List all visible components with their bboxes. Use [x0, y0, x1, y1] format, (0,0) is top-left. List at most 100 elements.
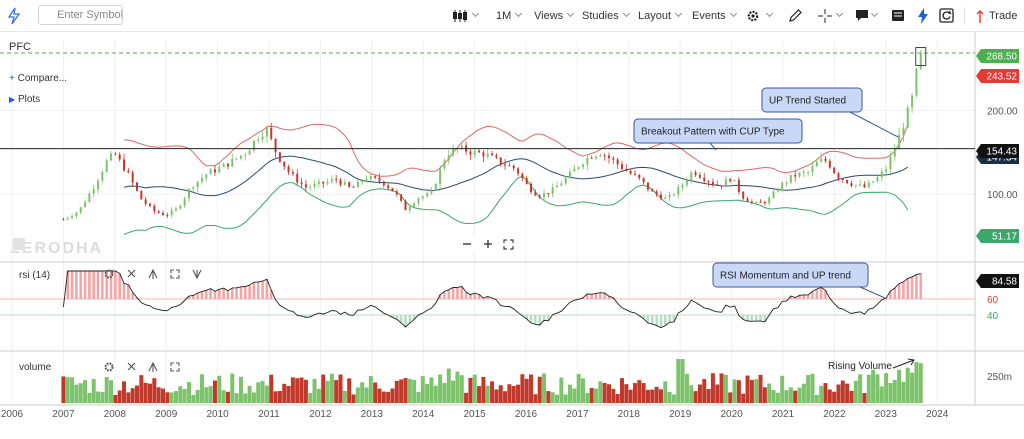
volume-bar-up	[74, 384, 79, 403]
candle-up	[265, 127, 268, 137]
volume-bar-up	[910, 372, 915, 403]
chart-type-button[interactable]	[452, 0, 480, 32]
volume-bar-down	[823, 383, 828, 403]
candle-down	[750, 201, 753, 203]
volume-bar-down	[477, 386, 482, 403]
candle-down	[166, 215, 169, 217]
volume-bar-up	[866, 374, 871, 403]
studies-menu[interactable]: Studies	[582, 0, 630, 32]
compare-link[interactable]: + Compare...	[9, 73, 67, 84]
interval-dropdown[interactable]: 1M	[496, 0, 523, 32]
candle-down	[659, 194, 662, 199]
candle-up	[867, 182, 870, 188]
symbol-search-input[interactable]	[38, 5, 123, 25]
candle-up	[244, 154, 247, 156]
candle-up	[885, 169, 888, 172]
events-menu[interactable]: Events	[692, 0, 737, 32]
volume-bar-up	[70, 377, 75, 403]
candle-up	[911, 95, 914, 108]
candle-down	[521, 173, 524, 179]
volume-bar-up	[230, 373, 235, 403]
flash-icon[interactable]	[917, 8, 929, 24]
x-axis-tick-label: 2019	[669, 409, 692, 420]
candle-down	[300, 182, 303, 185]
views-menu[interactable]: Views	[534, 0, 575, 32]
candle-down	[123, 159, 126, 171]
pencil-icon[interactable]	[788, 8, 803, 23]
volume-bar-down	[390, 388, 395, 403]
candle-up	[893, 149, 896, 157]
volume-bar-up	[723, 374, 728, 403]
trade-button[interactable]: Trade	[989, 0, 1017, 32]
volume-bar-down	[338, 374, 343, 403]
volume-bar-up	[689, 385, 694, 403]
annotation-rsi: RSI Momentum and UP trend	[712, 262, 886, 299]
candle-up	[92, 189, 95, 194]
volume-bar-up	[260, 380, 265, 403]
candle-up	[668, 194, 671, 198]
candle-up	[417, 198, 420, 204]
candle-down	[469, 151, 472, 155]
volume-bar-up	[767, 383, 772, 403]
volume-bar-down	[529, 374, 534, 403]
volume-bar-up	[199, 374, 204, 403]
screenshot-icon[interactable]	[891, 9, 905, 22]
volume-bar-down	[117, 390, 122, 403]
candle-up	[75, 212, 78, 217]
volume-bar-up	[429, 377, 434, 403]
volume-bar-up	[433, 385, 438, 403]
lightning-icon[interactable]	[6, 7, 22, 25]
candle-down	[287, 166, 290, 173]
caret-right-icon: ▶	[9, 95, 16, 104]
volume-bar-up	[420, 376, 425, 403]
x-axis-tick-label: 2011	[258, 409, 280, 420]
x-axis-tick-label: 2020	[720, 409, 743, 420]
gear-icon[interactable]	[746, 9, 760, 23]
plots-label: Plots	[17, 94, 41, 105]
candle-down	[824, 158, 827, 161]
gear-icon	[104, 362, 114, 372]
volume-bar-up	[888, 383, 893, 403]
badge-last-price-text: 268.50	[986, 52, 1017, 63]
close-icon	[127, 269, 136, 278]
candle-up	[543, 192, 546, 198]
candle-up	[309, 186, 312, 188]
volume-bar-down	[628, 389, 633, 403]
volume-bar-down	[481, 376, 486, 403]
volume-bar-down	[498, 385, 503, 403]
volume-bar-down	[351, 394, 356, 403]
candle-down	[638, 174, 641, 178]
volume-bar-up	[814, 394, 819, 403]
chart-canvas[interactable]: ZERODHA Breakout Pattern with CUP TypeUP…	[0, 32, 1024, 439]
volume-bar-down	[637, 380, 642, 403]
volume-bar-down	[386, 391, 391, 403]
volume-bar-up	[788, 387, 793, 403]
refresh-icon[interactable]	[939, 8, 954, 23]
candle-down	[495, 155, 498, 158]
x-axis-tick-label: 2013	[361, 409, 384, 420]
volume-bar-down	[347, 378, 352, 403]
candle-up	[919, 52, 922, 69]
candle-down	[291, 172, 294, 174]
volume-bar-up	[251, 392, 256, 403]
candle-up	[222, 163, 225, 168]
candle-up	[586, 157, 589, 165]
candle-up	[889, 156, 892, 170]
badge-bb-lower-text: 51.17	[992, 232, 1017, 243]
candle-down	[335, 178, 338, 180]
volume-bar-down	[624, 384, 629, 403]
volume-bar-up	[247, 385, 252, 403]
crosshair-icon[interactable]	[818, 9, 832, 23]
candle-down	[278, 152, 281, 162]
plots-link[interactable]: ▶ Plots	[9, 94, 40, 105]
layout-menu[interactable]: Layout	[638, 0, 683, 32]
volume-bar-down	[299, 377, 304, 403]
candle-up	[84, 202, 87, 208]
volume-bar-down	[394, 380, 399, 403]
volume-bar-down	[619, 378, 624, 403]
volume-bar-down	[511, 385, 516, 403]
candle-up	[798, 172, 801, 177]
badge-bb-upper-text: 243.52	[986, 72, 1017, 83]
volume-bar-up	[407, 378, 412, 403]
candle-down	[612, 158, 615, 160]
